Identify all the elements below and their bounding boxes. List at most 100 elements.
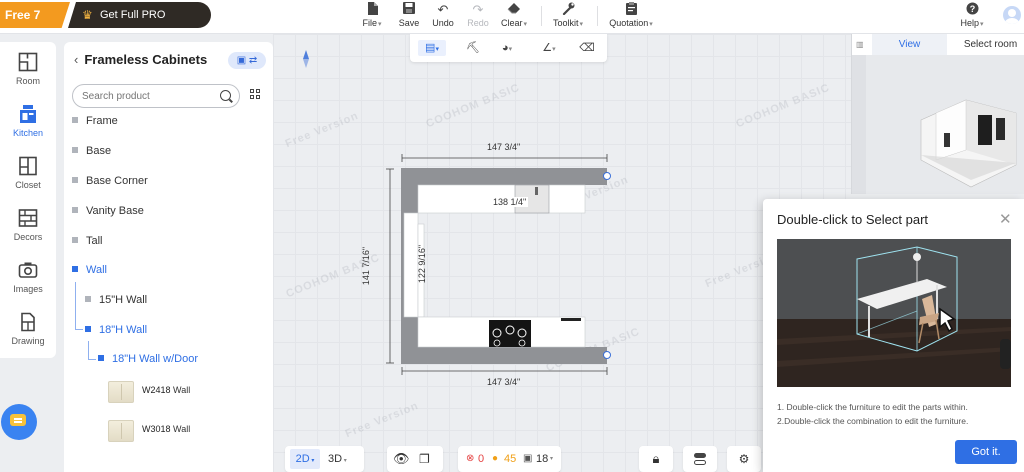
product-thumbnail [108,381,134,403]
user-avatar[interactable] [1003,6,1021,24]
hood [561,318,581,321]
redo-icon: ↷ [472,2,484,17]
view-2d-button[interactable]: 2D ▾ [290,449,320,469]
tree-label: Vanity Base [86,205,144,217]
preview-collapse-handle[interactable] [852,55,866,194]
swap-icon: ⇄ [248,55,258,66]
3d-room-render [920,99,1017,188]
grid-view-icon[interactable] [250,89,261,100]
file-icon [361,2,383,18]
clear-button[interactable]: Clear▾ [500,2,528,32]
eye-icon[interactable]: 👁 [393,446,410,472]
file-label: File [362,18,377,28]
catalog-switch-toggle[interactable]: ▣ ⇄ [228,52,266,69]
tab-view[interactable]: View [872,34,947,55]
product-item-w3018[interactable]: W3018 Wall [108,418,268,448]
tree-item-base-corner[interactable]: Base Corner [72,172,148,190]
rail-item-decors[interactable]: Decors [0,208,56,252]
support-chat-button[interactable] [1,404,37,440]
tab-select-room[interactable]: Select room [956,34,1024,55]
search-icon[interactable] [220,90,231,101]
rail-item-kitchen[interactable]: Kitchen [0,104,56,148]
rail-item-drawing[interactable]: Drawing [0,312,56,356]
wall-top [401,168,607,185]
redo-label: Redo [467,18,489,28]
error-count: 0 [478,453,485,465]
3d-preview-panel[interactable]: ▥ View Select room [851,34,1024,194]
got-it-button[interactable]: Got it. [955,440,1017,464]
lock-icon: 🔒︎ [652,451,660,466]
help-button[interactable]: ? Help▾ [958,2,986,32]
decors-icon [18,209,38,227]
layers-icon[interactable]: ❐ [419,446,430,472]
popup-title: Double-click to Select part [777,212,929,227]
tree-item-wall[interactable]: Wall [72,261,107,279]
items-icon: ▣ [523,453,533,464]
view-settings-button[interactable]: ⚙ [727,446,761,472]
tree-item-18h-wall-door[interactable]: 18"H Wall w/Door [98,350,198,368]
quotation-button[interactable]: Quotation▾ [607,2,655,32]
rail-item-images[interactable]: Images [0,260,56,304]
undo-button[interactable]: ↶ Undo [431,2,455,32]
undo-icon: ↶ [437,2,449,17]
preview-expand-icon[interactable]: ▥ [856,34,864,55]
tree-label: Frame [86,115,118,127]
toolkit-button[interactable]: Toolkit▾ [551,2,585,32]
lock-button[interactable]: 🔒︎ [639,446,673,472]
tree-label: 18"H Wall w/Door [112,353,199,365]
toolbar-divider [541,6,542,26]
product-name: Wall [173,424,191,434]
rail-label-room: Room [15,76,40,86]
tree-item-base[interactable]: Base [72,142,111,160]
toggle-icon [694,453,706,458]
dimension-top-label: 147 3/4" [487,142,521,152]
folder-icon [72,147,78,153]
tree-connector [88,341,89,359]
quotation-icon [607,2,655,18]
folder-icon [72,266,78,272]
tree-connector [75,282,76,330]
product-item-w2418[interactable]: W2418 Wall [108,379,268,409]
display-controls: 👁 ❐ [387,446,443,472]
rail-label-images: Images [13,284,43,294]
folder-icon [72,237,78,243]
clear-label: Clear [500,18,523,28]
catalog-panel: ‹ Frameless Cabinets ▣ ⇄ Frame Base Base … [64,42,273,472]
get-pro-button[interactable]: ♛ Get Full PRO Functions [68,2,211,28]
toggle-settings-button[interactable] [683,446,717,472]
file-menu-button[interactable]: File▾ [361,2,383,32]
dimension-left-label: 141 7/16" [361,246,372,286]
product-name: Wall [173,385,191,395]
wall-bottom [401,347,607,364]
cabinet-icon: ▣ [236,55,247,66]
tree-item-frame[interactable]: Frame [72,112,118,130]
toolbar-divider [597,6,598,26]
popup-instruction-1: 1. Double-click the furniture to edit th… [777,402,968,412]
tree-item-vanity-base[interactable]: Vanity Base [72,202,144,220]
folder-icon [85,296,91,302]
close-icon[interactable]: ✕ [999,210,1012,228]
category-rail: Room Kitchen Closet Decors Images Drawin… [0,42,56,358]
save-icon [397,2,421,18]
redo-button[interactable]: ↷ Redo [466,2,490,32]
issue-summary[interactable]: ⊗ 0 ● 45 ▣ 18 ▾ [458,446,561,472]
tree-item-tall[interactable]: Tall [72,232,103,250]
rail-item-room[interactable]: Room [0,52,56,96]
eraser-icon [500,2,528,18]
preview-tabs: ▥ View Select room [852,34,1024,55]
tree-label: Wall [86,264,107,276]
tree-item-15h-wall[interactable]: 15"H Wall [85,291,147,309]
view-3d-button[interactable]: 3D ▾ [328,446,347,472]
rail-item-closet[interactable]: Closet [0,156,56,200]
tree-item-18h-wall[interactable]: 18"H Wall [85,321,147,339]
kitchen-icon [20,105,36,123]
left-tall-cabinet [403,212,419,318]
free-trial-badge[interactable]: Free 7 Days [0,2,70,28]
help-icon: ? [958,2,986,18]
svg-text:?: ? [969,4,975,14]
popup-instruction-2: 2.Double-click the combination to edit t… [777,416,969,426]
back-arrow-icon[interactable]: ‹ [74,52,78,67]
save-button[interactable]: Save [397,2,421,32]
folder-icon [85,326,91,332]
search-input[interactable] [72,84,240,108]
